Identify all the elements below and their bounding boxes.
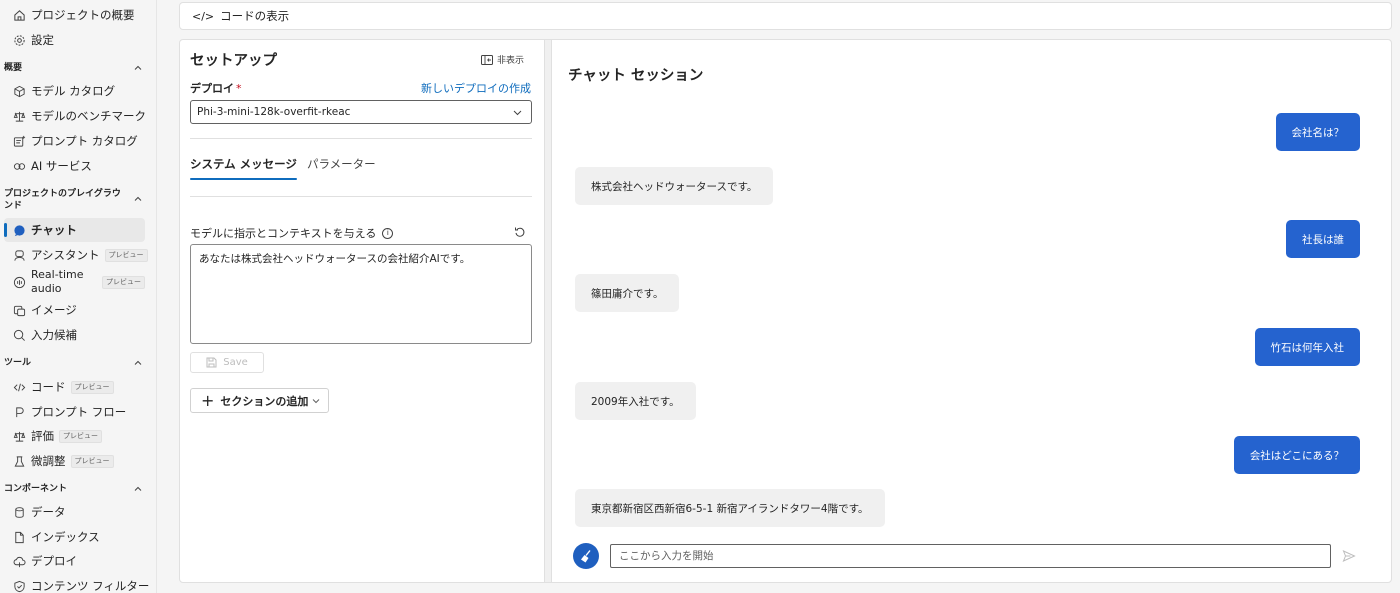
assistant-icon [12,248,26,262]
cube-icon [12,84,26,98]
divider [190,196,532,197]
info-icon[interactable]: i [382,227,394,239]
view-code-label: コードの表示 [220,9,290,23]
nav-prompt-flow[interactable]: プロンプト フロー [4,400,145,424]
tab-system-message[interactable]: システム メッセージ [190,156,297,180]
section-header-overview[interactable]: 概要 [4,62,145,74]
deployment-select[interactable]: Phi-3-mini-128k-overfit-rkeac [190,100,532,124]
flask-icon [12,454,26,468]
home-icon [12,8,26,22]
left-sidebar: プロジェクトの概要 設定 概要 モデル カタログ モデルのベンチマーク プロンプ… [0,0,157,593]
deploy-label: デプロイ * [190,82,242,95]
nav-project-overview[interactable]: プロジェクトの概要 [4,3,145,27]
chevron-up-icon [134,486,142,491]
chevron-down-icon [313,398,320,403]
chat-icon [12,223,26,237]
nav-prompt-catalog[interactable]: プロンプト カタログ [4,129,145,153]
add-section-button[interactable]: + セクションの追加 [190,388,329,413]
nav-chat[interactable]: チャット [4,218,145,242]
nav-completions[interactable]: 入力候補 [4,323,145,347]
nav-image[interactable]: イメージ [4,298,145,322]
gear-icon [12,33,26,47]
nav-model-catalog[interactable]: モデル カタログ [4,79,145,103]
shield-icon [12,579,26,593]
nav-content-filter[interactable]: コンテンツ フィルター [4,574,149,593]
nav-fine-tuning[interactable]: 微調整 プレビュー [4,449,145,473]
save-icon [206,357,217,368]
code-icon: </> [192,9,215,23]
nav-evaluation[interactable]: 評価 プレビュー [4,424,145,448]
add-section-label: セクションの追加 [220,394,309,408]
evaluation-icon [12,429,26,443]
save-button[interactable]: Save [190,352,264,373]
assistant-message: 2009年入社です。 [575,382,696,420]
preview-badge: プレビュー [59,429,102,443]
reset-icon[interactable] [514,226,526,238]
nav-assistant[interactable]: アシスタント プレビュー [4,243,148,267]
completion-icon [12,328,26,342]
playground-panel: セットアップ 非表示 デプロイ * 新しいデプロイの作成 Phi-3-mini-1… [179,39,1392,583]
panel-collapse-icon [480,54,493,65]
chevron-up-icon [134,360,142,365]
nav-code[interactable]: コード プレビュー [4,375,145,399]
nav-settings[interactable]: 設定 [4,28,145,52]
user-message: 社長は誰 [1286,220,1360,258]
setup-panel: セットアップ 非表示 デプロイ * 新しいデプロイの作成 Phi-3-mini-1… [180,40,544,582]
create-deployment-link[interactable]: 新しいデプロイの作成 [421,80,531,96]
code-icon [12,380,26,394]
chat-title: チャット セッション [568,68,704,84]
hide-label: 非表示 [496,56,524,66]
chevron-up-icon [134,196,142,201]
assistant-message: 東京都新宿区西新宿6-5-1 新宿アイランドタワー4階です。 [575,489,885,527]
nav-model-benchmark[interactable]: モデルのベンチマーク [4,104,146,128]
section-header-tools[interactable]: ツール [4,357,145,369]
system-message-label: モデルに指示とコンテキストを与える i [190,225,394,241]
preview-badge: プレビュー [102,275,145,289]
preview-badge: プレビュー [70,454,114,468]
nav-data[interactable]: データ [4,500,145,524]
required-mark: * [236,82,242,95]
scale-icon [12,109,26,123]
image-icon [12,303,26,317]
plus-icon: + [201,390,215,410]
cloud-icon [12,554,26,568]
send-icon[interactable] [1342,549,1356,563]
tab-parameters[interactable]: パラメーター [307,156,376,172]
nav-deploy[interactable]: デプロイ [4,549,145,573]
chat-panel: チャット セッション 会社名は？ 株式会社ヘッドウォータースです。 社長は誰 篠… [552,40,1391,582]
user-message: 会社はどこにある？ [1233,436,1360,474]
flow-icon [12,405,26,419]
nav-index[interactable]: インデックス [4,525,145,549]
hide-setup-button[interactable]: 非表示 [480,53,524,66]
audio-icon [12,275,26,289]
chevron-down-icon [513,110,522,115]
divider [190,138,532,139]
prompt-icon [12,134,26,148]
clear-chat-broom-icon[interactable] [573,543,599,569]
link-icon [12,159,26,173]
deployment-select-value: Phi-3-mini-128k-overfit-rkeac [197,106,351,118]
user-message: 竹石は何年入社 [1254,328,1360,366]
user-message: 会社名は？ [1275,113,1360,151]
nav-realtime-audio[interactable]: Real-time audio プレビュー [4,266,145,298]
assistant-message: 篠田庸介です。 [575,274,680,312]
section-header-playground[interactable]: プロジェクトのプレイグラウンド [4,188,145,212]
view-code-bar[interactable]: </> コードの表示 [179,2,1392,30]
preview-badge: プレビュー [70,380,114,394]
save-label: Save [223,357,248,368]
database-icon [12,505,26,519]
assistant-message: 株式会社ヘッドウォータースです。 [575,167,774,205]
setup-title: セットアップ [190,53,277,69]
chat-input[interactable] [610,544,1331,568]
panel-splitter[interactable] [544,40,552,582]
preview-badge: プレビュー [104,248,148,262]
system-message-textarea[interactable]: あなたは株式会社ヘッドウォータースの会社紹介AIです。 [190,244,532,344]
nav-ai-services[interactable]: AI サービス [4,154,145,178]
index-icon [12,530,26,544]
chevron-up-icon [134,65,142,70]
section-header-components[interactable]: コンポーネント [4,483,145,495]
